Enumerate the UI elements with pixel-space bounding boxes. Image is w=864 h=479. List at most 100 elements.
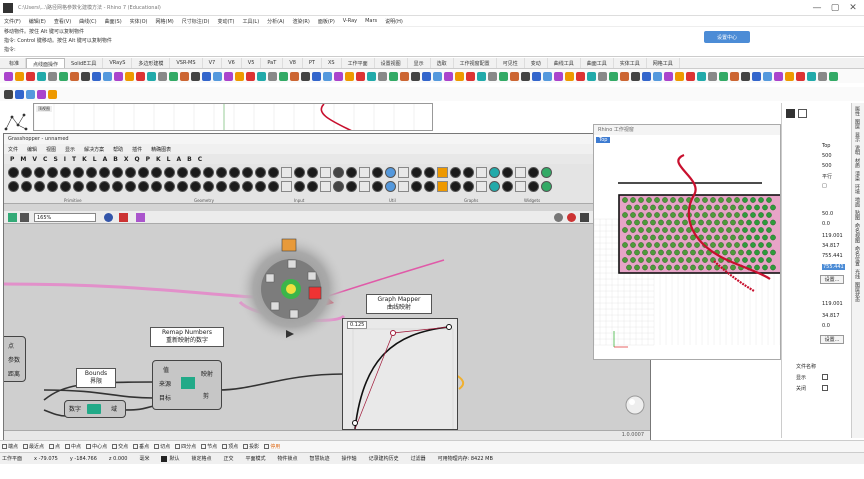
rhino-tool-icon[interactable] — [125, 71, 134, 81]
tab-vsr[interactable]: VSR-MS — [170, 58, 203, 68]
rhino-tool-icon[interactable] — [323, 71, 332, 81]
rhino-tool-icon[interactable] — [477, 71, 486, 81]
tab-v5[interactable]: V5 — [242, 58, 262, 68]
tab-v7[interactable]: V7 — [203, 58, 223, 68]
status-cplane[interactable]: 工作平面 — [2, 455, 22, 462]
gh-component-icon[interactable] — [47, 181, 58, 192]
osnap-knot[interactable]: 节点 — [201, 443, 217, 450]
gh-component-icon[interactable] — [294, 167, 305, 178]
gh-component-icon[interactable] — [86, 181, 97, 192]
vtab-named-positions[interactable]: 命名位置 — [854, 246, 861, 266]
rhino-tool-icon[interactable] — [268, 71, 277, 81]
tab-pat[interactable]: PaT — [261, 58, 284, 68]
gh-menu-plugins[interactable]: 插件 — [132, 146, 142, 153]
graph-mapper-label[interactable]: Graph Mapper 曲线映射 — [366, 294, 432, 314]
tab-layout[interactable]: 工作视窗配置 — [454, 58, 497, 68]
tab-polygon[interactable]: 多边形建模 — [132, 58, 171, 68]
target-z-value[interactable]: 0.0 — [822, 323, 830, 329]
graph-mapper-component[interactable]: 0.125 — [342, 318, 458, 430]
menu-file[interactable]: 文件(F) — [4, 18, 21, 25]
view-title-value[interactable]: Top — [822, 143, 830, 149]
gh-component-icon[interactable] — [281, 181, 292, 192]
gh-component-icon[interactable] — [34, 181, 45, 192]
vtab-environment[interactable]: 环境 — [854, 184, 861, 194]
gh-component-icon[interactable] — [21, 167, 32, 178]
tab-cplane[interactable]: 工作平面 — [342, 58, 375, 68]
gh-zoom-ball-icon[interactable] — [624, 394, 646, 416]
gh-component-icon[interactable] — [99, 181, 110, 192]
osnap-end[interactable]: 端点 — [2, 443, 18, 450]
rhino-tool-icon[interactable] — [224, 71, 233, 81]
gh-tab-15[interactable]: L — [167, 156, 171, 163]
command-prompt[interactable]: 指令: — [4, 46, 16, 53]
gh-component-icon[interactable] — [359, 167, 370, 178]
tab-vrays[interactable]: VRayS — [103, 58, 133, 68]
rhino-tool-icon[interactable] — [510, 71, 519, 81]
gh-component-icon[interactable] — [346, 181, 357, 192]
rhino-tool-icon[interactable] — [631, 71, 640, 81]
status-gumball[interactable]: 操作轴 — [342, 455, 357, 462]
rhino-tool-icon[interactable] — [213, 71, 222, 81]
gh-component-icon[interactable] — [476, 167, 487, 178]
vtab-lights[interactable]: 光线 — [854, 269, 861, 279]
rhino-tool-icon[interactable] — [653, 71, 662, 81]
rhino-tool-icon[interactable] — [191, 71, 200, 81]
place-target-button[interactable]: 设置... — [820, 335, 844, 344]
gh-menu-display[interactable]: 显示 — [65, 146, 75, 153]
rhino-aux-tool-icon[interactable] — [48, 89, 57, 99]
gh-component-icon[interactable] — [112, 167, 123, 178]
rhino-tool-icon[interactable] — [719, 71, 728, 81]
rhino-tool-icon[interactable] — [488, 71, 497, 81]
distance-value[interactable]: 755.441 — [822, 264, 845, 270]
rhino-tool-icon[interactable] — [400, 71, 409, 81]
rhino-tool-icon[interactable] — [356, 71, 365, 81]
gh-component-icon[interactable] — [60, 167, 71, 178]
osnap-near[interactable]: 最近点 — [23, 443, 44, 450]
gh-component-icon[interactable] — [125, 181, 136, 192]
gh-tab-2[interactable]: V — [32, 156, 37, 163]
gh-tab-18[interactable]: C — [198, 156, 202, 163]
lock-icon[interactable] — [580, 213, 589, 222]
projection-value[interactable]: 平行 — [822, 173, 832, 180]
gh-component-icon[interactable] — [164, 181, 175, 192]
gh-component-icon[interactable] — [86, 167, 97, 178]
vtab-texture[interactable]: 贴图 — [854, 210, 861, 220]
gh-component-icon[interactable] — [541, 181, 552, 192]
menu-analyze[interactable]: 分析(A) — [267, 18, 284, 25]
graph-mapper-curve[interactable] — [343, 319, 459, 430]
osnap-int[interactable]: 交点 — [112, 443, 128, 450]
osnap-disable[interactable]: 停用 — [264, 443, 280, 450]
gh-menu-solution[interactable]: 解决方案 — [84, 146, 104, 153]
view-width-value[interactable]: 500 — [822, 153, 832, 159]
menu-curve[interactable]: 曲线(C) — [79, 18, 96, 25]
gh-tab-10[interactable]: B — [113, 156, 118, 163]
gh-component-icon[interactable] — [437, 167, 448, 178]
gh-component-icon[interactable] — [463, 167, 474, 178]
tab-surface-tools[interactable]: 曲面工具 — [581, 58, 614, 68]
bounds-label[interactable]: Bounds 界限 — [76, 368, 116, 388]
gh-component-icon[interactable] — [333, 181, 344, 192]
rhino-tool-icon[interactable] — [554, 71, 563, 81]
rotation-value[interactable]: 0.0 — [822, 221, 830, 227]
gh-component-icon[interactable] — [8, 181, 19, 192]
gh-component-icon[interactable] — [164, 167, 175, 178]
paint-icon[interactable] — [119, 213, 128, 222]
gh-tab-16[interactable]: A — [176, 156, 181, 163]
gh-component-icon[interactable] — [138, 167, 149, 178]
gh-component-icon[interactable] — [320, 181, 331, 192]
menu-view[interactable]: 查看(V) — [54, 18, 71, 25]
gray-checkbox[interactable] — [822, 385, 828, 391]
rhino-tool-icon[interactable] — [15, 71, 24, 81]
tab-curve-tools[interactable]: 曲线工具 — [548, 58, 581, 68]
preview-icon[interactable] — [136, 213, 145, 222]
rhino-tool-icon[interactable] — [70, 71, 79, 81]
rhino-tool-icon[interactable] — [48, 71, 57, 81]
tab-setview[interactable]: 设置视图 — [375, 58, 408, 68]
numbers-domain-component[interactable]: 数字 域 — [64, 400, 126, 418]
rhino-tool-icon[interactable] — [334, 71, 343, 81]
gh-component-icon[interactable] — [281, 167, 292, 178]
tab-v8[interactable]: V8 — [283, 58, 303, 68]
rhino-tool-icon[interactable] — [642, 71, 651, 81]
tab-solide[interactable]: SolidE工具 — [65, 58, 104, 68]
rhino-tool-icon[interactable] — [301, 71, 310, 81]
